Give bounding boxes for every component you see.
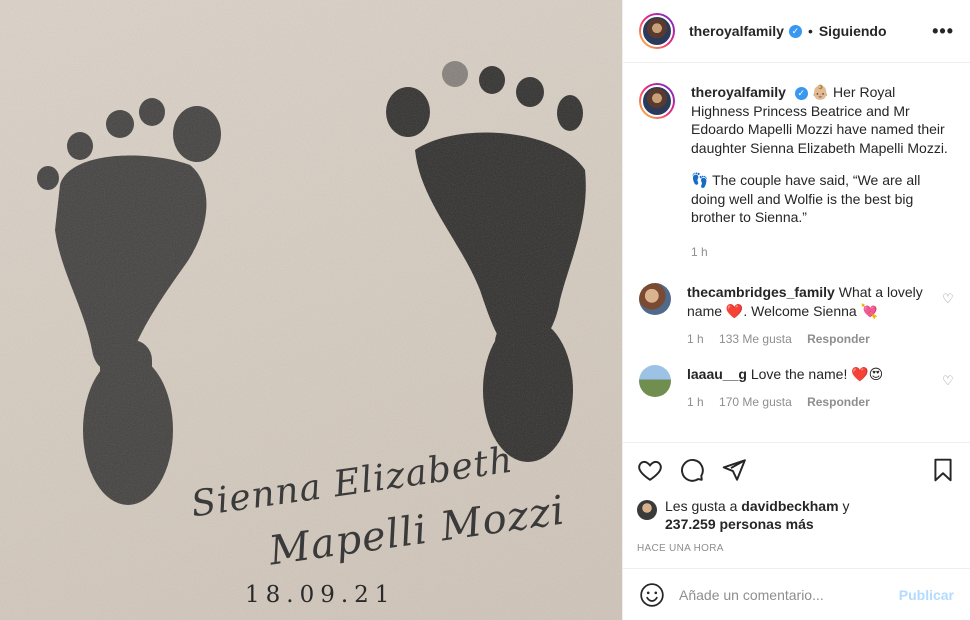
comment-row: laaau__g Love the name! ❤️😍 1 h 170 Me g… bbox=[639, 364, 954, 412]
comment-input[interactable] bbox=[679, 586, 899, 603]
commenter-avatar[interactable] bbox=[639, 364, 671, 397]
caption-time[interactable]: 1 h bbox=[691, 245, 708, 259]
comment-likes[interactable]: 133 Me gusta bbox=[719, 332, 792, 346]
caption-row: theroyalfamily ✓ 👶🏼 Her Royal Highness P… bbox=[639, 83, 954, 261]
reply-button[interactable]: Responder bbox=[807, 332, 870, 346]
instagram-post: Sienna Elizabeth Mapelli Mozzi 18.09.21 … bbox=[0, 0, 970, 620]
comment-username[interactable]: thecambridges_family bbox=[687, 284, 835, 300]
separator: • bbox=[807, 23, 813, 39]
caption-username[interactable]: theroyalfamily bbox=[691, 84, 786, 100]
author-username[interactable]: theroyalfamily bbox=[689, 23, 784, 39]
post-sidebar: theroyalfamily ✓ • Siguiendo ••• theroya… bbox=[622, 0, 970, 620]
emoji-smiley-icon[interactable] bbox=[639, 582, 665, 608]
like-comment-heart-icon[interactable]: ♡ bbox=[942, 291, 954, 306]
add-comment-bar: Publicar bbox=[623, 568, 970, 620]
liker-avatar[interactable] bbox=[637, 500, 657, 520]
likes-count[interactable]: 237.259 personas más bbox=[665, 516, 814, 532]
reply-button[interactable]: Responder bbox=[807, 395, 870, 409]
comment-time[interactable]: 1 h bbox=[687, 395, 704, 409]
publish-button[interactable]: Publicar bbox=[899, 587, 954, 603]
liker-username[interactable]: davidbeckham bbox=[741, 498, 838, 514]
post-header: theroyalfamily ✓ • Siguiendo ••• bbox=[623, 0, 970, 63]
birth-date: 18.09.21 bbox=[245, 582, 396, 608]
caption-quote: 👣 The couple have said, “We are all doin… bbox=[691, 172, 921, 225]
more-options-icon[interactable]: ••• bbox=[932, 21, 954, 42]
verified-badge-icon: ✓ bbox=[794, 86, 808, 100]
comment-text: Love the name! ❤️😍 bbox=[750, 365, 884, 382]
caption-avatar[interactable] bbox=[639, 83, 675, 119]
comment-time[interactable]: 1 h bbox=[687, 332, 704, 346]
likes-prefix: Les gusta a bbox=[665, 498, 738, 514]
save-bookmark-icon[interactable] bbox=[930, 457, 956, 483]
post-timestamp[interactable]: HACE UNA HORA bbox=[637, 543, 956, 554]
comments-section[interactable]: theroyalfamily ✓ 👶🏼 Her Royal Highness P… bbox=[623, 63, 970, 442]
verified-badge-icon: ✓ bbox=[788, 24, 802, 38]
comment-bubble-icon[interactable] bbox=[679, 457, 705, 483]
likes-conj: y bbox=[842, 498, 850, 514]
post-actions: Les gusta a davidbeckham y 237.259 perso… bbox=[623, 442, 970, 554]
author-avatar[interactable] bbox=[639, 13, 675, 49]
post-image[interactable]: Sienna Elizabeth Mapelli Mozzi 18.09.21 bbox=[0, 0, 622, 620]
share-paper-plane-icon[interactable] bbox=[721, 457, 747, 483]
like-comment-heart-icon[interactable]: ♡ bbox=[942, 373, 954, 388]
comment-likes[interactable]: 170 Me gusta bbox=[719, 395, 792, 409]
comment-row: thecambridges_family What a lovely name … bbox=[639, 283, 954, 349]
likes-summary: Les gusta a davidbeckham y 237.259 perso… bbox=[637, 497, 956, 533]
commenter-avatar[interactable] bbox=[639, 283, 671, 315]
following-button[interactable]: Siguiendo bbox=[819, 23, 887, 39]
comment-username[interactable]: laaau__g bbox=[687, 366, 747, 382]
like-heart-icon[interactable] bbox=[637, 457, 663, 483]
